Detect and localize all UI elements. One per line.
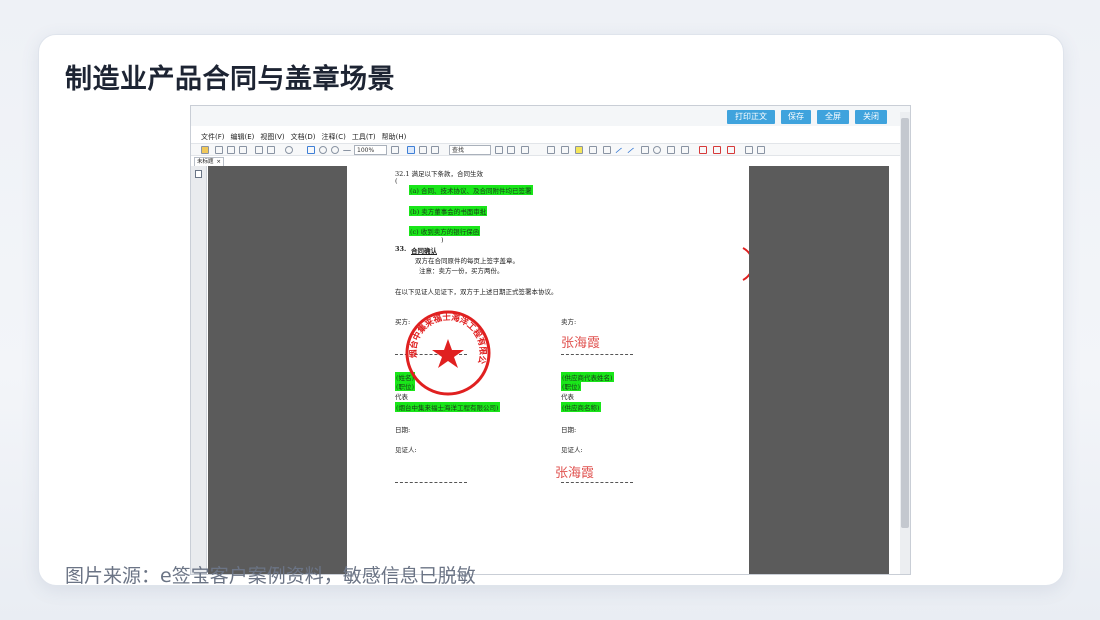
company-seal: 烟台中集来福士海洋工程有限公司 [403,308,491,396]
zoom-select[interactable]: 100% [354,145,387,155]
toolbar: 100% 查找 [191,143,910,159]
item-a: (a) 合同、技术协议、及合同附件均已签署 [409,185,533,195]
tab-label: 未标题 [197,159,214,165]
tab-untitled[interactable]: 未标题 × [194,157,224,166]
select-icon[interactable] [307,146,315,154]
seal-tool-icon[interactable] [713,146,721,154]
paren-close: ) [441,236,444,244]
item-c: (c) 收到卖方的银行保函 [409,226,481,236]
close-button[interactable]: 关闭 [855,110,887,124]
seller-witness-line [561,482,633,483]
slide-title: 制造业产品合同与盖章场景 [65,64,395,95]
rectangle-icon[interactable] [641,146,649,154]
side-panel [191,166,207,574]
image-source-caption: 图片来源：e签宝客户案例资料，敏感信息已脱敏 [65,565,476,586]
buyer-witness-line [395,482,467,483]
clause-33-number: 33. [395,245,407,253]
cross-page-seal-fragment [742,247,749,281]
menu-comment[interactable]: 注释(C) [322,132,346,142]
menu-file[interactable]: 文件(F) [201,132,225,142]
seller-signature-top: 张海霞 [561,336,601,351]
print-icon[interactable] [239,146,247,154]
menu-help[interactable]: 帮助(H) [382,132,407,142]
canvas-right [749,166,889,574]
menu-tools[interactable]: 工具(T) [352,132,376,142]
seller-label: 卖方: [561,318,577,326]
search-input[interactable]: 查找 [449,145,491,155]
item-b: (b) 卖方董事会的书面审批 [409,206,488,216]
buyer-company: (烟台中集来福士海洋工程有限公司) [395,402,500,412]
print-button[interactable]: 打印正文 [727,110,775,124]
seller-sign-line [561,354,633,355]
seller-date-label: 日期: [561,426,577,434]
hand-tool-icon[interactable] [407,146,415,154]
snapshot-icon[interactable] [419,146,427,154]
copy-icon[interactable] [227,146,235,154]
note-icon[interactable] [547,146,555,154]
page-thumbnail-icon[interactable] [195,170,202,178]
scroll-thumb[interactable] [901,118,909,528]
underline-icon[interactable] [603,146,611,154]
next-page-icon[interactable] [507,146,515,154]
witness-statement: 在以下见证人见证下，双方于上述日期正式签署本协议。 [395,288,558,296]
cross-page-seal-icon[interactable] [727,146,735,154]
verify-icon[interactable] [757,146,765,154]
save-button[interactable]: 保存 [781,110,811,124]
canvas-left [208,166,347,574]
zoom-icon[interactable] [285,146,293,154]
clause-32: 32.1 满足以下条款，合同生效 [395,170,484,178]
save-icon[interactable] [215,146,223,154]
prev-page-icon[interactable] [495,146,503,154]
paren-open: ( [395,177,398,185]
buyer-witness-label: 见证人: [395,446,417,454]
stamp-icon[interactable] [521,146,529,154]
vertical-scrollbar[interactable] [900,112,910,574]
insert-text-icon[interactable] [561,146,569,154]
document-page: 32.1 满足以下条款，合同生效 ( (a) 合同、技术协议、及合同附件均已签署… [347,166,749,574]
buyer-date-label: 日期: [395,426,411,434]
tab-close-icon[interactable]: × [216,158,221,166]
slide-card: 制造业产品合同与盖章场景 打印正文 保存 全屏 关闭 文件(F) 编辑(E) 视… [38,34,1064,586]
menu-bar: 文件(F) 编辑(E) 视图(V) 文档(D) 注释(C) 工具(T) 帮助(H… [191,131,910,142]
menu-document[interactable]: 文档(D) [291,132,316,142]
clause-33-line-2: 注意：卖方一份，买方两份。 [419,267,504,275]
image-icon[interactable] [667,146,675,154]
seller-title-field: (职位) [561,381,582,391]
clause-33-title: 合同确认 [411,247,437,255]
text-down-icon[interactable] [267,146,275,154]
signature-icon[interactable] [699,146,707,154]
document-tabs: 未标题 × [191,157,910,166]
menu-edit[interactable]: 编辑(E) [231,132,255,142]
ellipse-icon[interactable] [653,146,661,154]
text-up-icon[interactable] [255,146,263,154]
export-icon[interactable] [745,146,753,154]
open-folder-icon[interactable] [201,146,209,154]
pdf-viewer-window: 打印正文 保存 全屏 关闭 文件(F) 编辑(E) 视图(V) 文档(D) 注释… [190,105,911,575]
seller-representative: 代表 [561,393,574,401]
menu-view[interactable]: 视图(V) [260,132,284,142]
witness-signature: 张海霞 [555,466,595,481]
rotate-right-icon[interactable] [331,146,339,154]
seller-company: (供应商名称) [561,402,601,412]
pan-icon[interactable] [391,146,399,154]
fullscreen-button[interactable]: 全屏 [817,110,849,124]
attach-icon[interactable] [681,146,689,154]
rotate-left-icon[interactable] [319,146,327,154]
viewer-topbar: 打印正文 保存 全屏 关闭 [191,106,910,126]
strikeout-icon[interactable] [589,146,597,154]
seller-witness-label: 见证人: [561,446,583,454]
clause-33-line-1: 双方在合同原件的每页上签字盖章。 [415,257,519,265]
page-icon[interactable] [431,146,439,154]
highlight-icon[interactable] [575,146,583,154]
